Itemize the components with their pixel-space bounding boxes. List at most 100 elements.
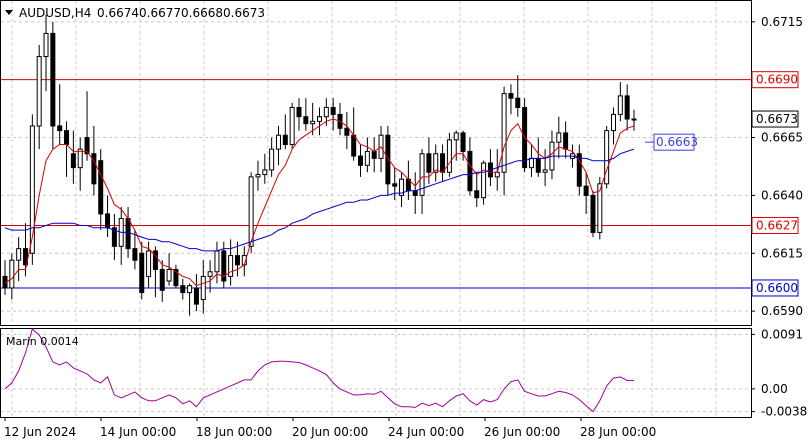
- price-tick-label: 0.6665: [761, 131, 803, 145]
- level-label: 0.6690: [756, 73, 798, 87]
- indicator-tick-label: -0.0038: [761, 405, 807, 419]
- candle-body: [132, 248, 138, 261]
- ohlc-low: 0.6668: [181, 6, 223, 20]
- indicator-tick-label: 0.0091: [761, 327, 803, 341]
- price-pane-frame: [0, 0, 752, 326]
- price-axis-ticks: 0.6715 0.6665 0.6640 0.6615 0.6590: [751, 15, 803, 318]
- candle-body: [282, 134, 288, 145]
- candle-body: [57, 125, 63, 132]
- time-tick-label: 20 Jun 00:00: [292, 425, 368, 439]
- candle-body: [515, 97, 521, 108]
- candle-body: [36, 56, 42, 127]
- ohlc-high: 0.6677: [139, 6, 181, 20]
- ohlc-open: 0.6674: [97, 6, 139, 20]
- candle-body: [166, 268, 172, 282]
- candle-body: [412, 190, 418, 196]
- candle-body: [207, 271, 213, 277]
- candle-body: [139, 252, 145, 294]
- candle-body: [481, 162, 487, 199]
- candle-body: [631, 118, 637, 121]
- chart-symbol-header: AUDUSD,H4: [19, 6, 91, 20]
- candle-body: [528, 157, 534, 169]
- indicator-tick-label: 0.00: [761, 382, 788, 396]
- candle-body: [70, 153, 76, 169]
- indicator-axis-ticks: 0.0091 0.00 -0.0038: [751, 327, 807, 419]
- candle-body: [364, 150, 370, 166]
- chart: 0.67150.66650.66400.66150.6590 0.00910.0…: [0, 0, 807, 439]
- price-tick-label: 0.6615: [761, 246, 803, 260]
- time-tick-label: 14 Jun 00:00: [100, 425, 176, 439]
- candle-body: [193, 287, 199, 305]
- candle-body: [453, 132, 459, 141]
- candle-body: [330, 106, 336, 115]
- candle-body: [371, 150, 377, 159]
- time-tick-label: 24 Jun 00:00: [388, 425, 464, 439]
- time-tick-label: 28 Jun 00:00: [580, 425, 656, 439]
- candle-body: [50, 32, 56, 127]
- horizontal-levels: [1, 79, 751, 289]
- price-grid: [1, 1, 751, 325]
- candle-body: [317, 116, 322, 122]
- candle-body: [146, 250, 152, 277]
- candle-body: [289, 106, 295, 145]
- candle-body: [200, 275, 206, 301]
- candle-body: [563, 132, 569, 150]
- candle-body: [303, 116, 309, 125]
- candle-body: [125, 218, 131, 250]
- candle-body: [392, 183, 398, 187]
- indicator-grid: [1, 329, 751, 417]
- candle-body: [269, 148, 275, 171]
- candle-body: [180, 285, 186, 294]
- candle-body: [323, 106, 329, 118]
- candle-body: [494, 171, 500, 178]
- candle-body: [501, 93, 507, 173]
- candle-body: [508, 93, 514, 99]
- candle-body: [234, 255, 240, 266]
- candle-body: [542, 169, 548, 173]
- indicator-line: [4, 328, 634, 413]
- candle-body: [358, 155, 364, 166]
- current-price-label: 0.6673: [756, 112, 798, 126]
- price-tick-label: 0.6715: [761, 15, 803, 29]
- candle-body: [248, 176, 254, 247]
- candle-body: [610, 113, 616, 132]
- time-tick-label: 18 Jun 00:00: [196, 425, 272, 439]
- candle-body: [556, 132, 562, 143]
- candle-body: [624, 95, 630, 120]
- candle-body: [159, 268, 165, 291]
- candle-body: [590, 194, 596, 233]
- candle-body: [98, 160, 104, 215]
- candle-body: [214, 250, 220, 273]
- candle-body: [296, 106, 302, 118]
- candle-body: [275, 134, 281, 150]
- price-tick-label: 0.6640: [761, 188, 803, 202]
- price-labels: 0.6690 0.6627 0.6600 0.6673 0.6663: [645, 71, 799, 297]
- time-tick-label: 12 Jun 2024: [4, 425, 76, 439]
- candle-body: [474, 190, 480, 199]
- candle-body: [64, 130, 70, 145]
- candle-body: [187, 285, 193, 294]
- candle-body: [460, 132, 466, 152]
- candle-body: [446, 139, 452, 173]
- candle-body: [440, 153, 446, 173]
- candles: [2, 14, 637, 316]
- ohlc-close: 0.6673: [223, 6, 265, 20]
- indicator-title: Marin 0.0014: [6, 335, 79, 348]
- candle-body: [43, 32, 49, 58]
- candle-body: [344, 127, 350, 136]
- ma-callout-label: 0.6663: [656, 135, 698, 149]
- candle-body: [16, 248, 22, 261]
- level-label: 0.6600: [756, 281, 798, 295]
- candle-body: [255, 174, 261, 178]
- candle-body: [9, 259, 15, 289]
- candle-body: [351, 134, 357, 157]
- candle-body: [310, 120, 316, 125]
- level-label: 0.6627: [756, 218, 798, 232]
- candle-body: [535, 157, 541, 173]
- candle-body: [583, 185, 589, 196]
- candle-body: [426, 153, 432, 173]
- candle-body: [105, 213, 111, 229]
- time-axis-ticks: 12 Jun 2024 14 Jun 00:00 18 Jun 00:00 20 Ju…: [4, 417, 656, 439]
- indicator-series-line: [4, 328, 634, 413]
- candle-body: [262, 169, 268, 176]
